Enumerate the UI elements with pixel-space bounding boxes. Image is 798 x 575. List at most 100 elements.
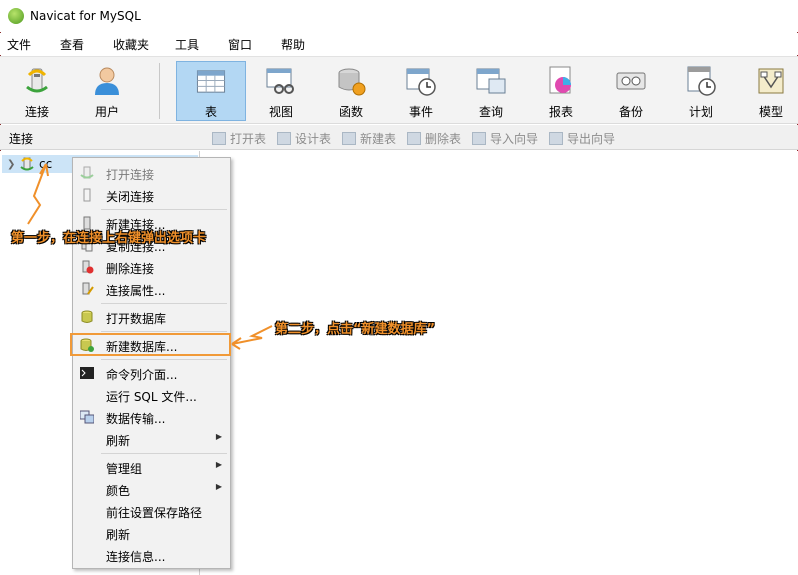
- database-icon: [81, 310, 93, 323]
- new-database-highlight-box: [70, 333, 231, 356]
- menu-connection-info-label: 连接信息...: [106, 550, 166, 564]
- toolbar-view-label: 视图: [268, 105, 293, 119]
- export-wizard-icon: [549, 132, 563, 145]
- menu-close-connection[interactable]: 关闭连接: [73, 184, 230, 206]
- title-bar: Navicat for MySQL: [0, 0, 798, 32]
- delete-table-icon: [407, 132, 421, 145]
- menu-open-connection[interactable]: 打开连接: [73, 162, 230, 184]
- menu-favorites[interactable]: 收藏夹: [106, 36, 168, 53]
- toolbar-separator: [159, 63, 160, 119]
- menu-view[interactable]: 查看: [53, 36, 106, 53]
- delete-table-button[interactable]: 删除表: [407, 130, 461, 147]
- menu-open-database[interactable]: 打开数据库: [73, 306, 230, 328]
- menu-connection-properties[interactable]: 连接属性...: [73, 278, 230, 300]
- design-table-label: 设计表: [295, 132, 332, 146]
- connection-context-menu: 打开连接 关闭连接 新建连接... 复制连接... 删除连接 连接属性... 打…: [72, 157, 231, 569]
- import-wizard-button[interactable]: 导入向导: [472, 130, 538, 147]
- menu-refresh-label: 刷新: [106, 434, 131, 448]
- model-icon: [758, 68, 784, 94]
- step1-annotation: 第一步，在连接上右键弹出选项卡: [11, 231, 207, 246]
- close-connection-icon: [83, 188, 91, 202]
- menu-file[interactable]: 文件: [0, 36, 53, 53]
- menu-color-label: 颜色: [106, 484, 131, 498]
- object-list-pane: [206, 151, 798, 575]
- toolbar-connect-button[interactable]: 连接: [2, 61, 72, 121]
- toolbar-user-button[interactable]: 用户: [72, 61, 142, 121]
- toolbar-function-button[interactable]: 函数: [316, 61, 386, 121]
- delete-table-label: 删除表: [425, 132, 462, 146]
- menu-color[interactable]: 颜色 ▶: [73, 478, 230, 500]
- menu-data-transfer[interactable]: 数据传输...: [73, 406, 230, 428]
- connection-icon: [20, 157, 34, 171]
- export-wizard-button[interactable]: 导出向导: [549, 130, 615, 147]
- menu-help[interactable]: 帮助: [274, 36, 327, 53]
- submenu-arrow-icon: ▶: [215, 432, 222, 441]
- toolbar-model-label: 模型: [758, 105, 783, 119]
- export-wizard-label: 导出向导: [567, 132, 616, 146]
- report-icon: [549, 66, 571, 94]
- toolbar-connect-label: 连接: [24, 105, 49, 119]
- new-table-button[interactable]: 新建表: [342, 130, 396, 147]
- menu-refresh-2[interactable]: 刷新: [73, 522, 230, 544]
- design-table-button[interactable]: 设计表: [277, 130, 331, 147]
- new-table-label: 新建表: [360, 132, 397, 146]
- data-transfer-icon: [80, 410, 94, 424]
- delete-connection-icon: [82, 260, 94, 274]
- menu-separator: [101, 303, 227, 304]
- menu-close-connection-label: 关闭连接: [106, 190, 155, 204]
- properties-icon: [82, 282, 94, 295]
- new-table-icon: [342, 132, 356, 145]
- menu-separator: [101, 359, 227, 360]
- submenu-arrow-icon: ▶: [215, 460, 222, 469]
- menu-separator: [101, 453, 227, 454]
- toolbar-schedule-label: 计划: [688, 105, 713, 119]
- toolbar-model-button[interactable]: 模型: [736, 61, 798, 121]
- menu-command-console-label: 命令列介面...: [106, 368, 178, 382]
- toolbar-query-label: 查询: [478, 105, 503, 119]
- menu-manage-group-label: 管理组: [106, 462, 143, 476]
- toolbar-backup-button[interactable]: 备份: [596, 61, 666, 121]
- menu-tools[interactable]: 工具: [168, 36, 221, 53]
- object-toolbar: 连接 打开表 设计表 新建表 删除表 导入向导 导出向导: [0, 125, 798, 150]
- menu-connection-properties-label: 连接属性...: [106, 284, 166, 298]
- expand-arrow-icon[interactable]: ❯: [7, 159, 19, 170]
- open-table-button[interactable]: 打开表: [212, 130, 266, 147]
- query-icon: [476, 68, 506, 94]
- toolbar-view-button[interactable]: 视图: [246, 61, 316, 121]
- main-toolbar: 连接 用户 表 视图 函数 事件 查询 报表 备份 计划 模型: [0, 56, 798, 124]
- menu-command-console[interactable]: 命令列介面...: [73, 362, 230, 384]
- import-wizard-icon: [472, 132, 486, 145]
- toolbar-schedule-button[interactable]: 计划: [666, 61, 736, 121]
- menu-bar: 文件 查看 收藏夹 工具 窗口 帮助: [0, 33, 798, 55]
- open-table-icon: [212, 132, 226, 145]
- function-icon: [338, 68, 366, 96]
- menu-open-database-label: 打开数据库: [106, 312, 167, 326]
- menu-goto-save-path-label: 前往设置保存路径: [106, 506, 203, 520]
- menu-separator: [101, 331, 227, 332]
- toolbar-report-button[interactable]: 报表: [526, 61, 596, 121]
- menu-refresh[interactable]: 刷新 ▶: [73, 428, 230, 450]
- menu-goto-save-path[interactable]: 前往设置保存路径: [73, 500, 230, 522]
- navicat-logo-icon: [8, 8, 24, 24]
- design-table-icon: [277, 132, 291, 145]
- user-icon: [95, 67, 119, 95]
- menu-separator: [101, 209, 227, 210]
- menu-manage-group[interactable]: 管理组 ▶: [73, 456, 230, 478]
- menu-connection-info[interactable]: 连接信息...: [73, 544, 230, 566]
- menu-run-sql-file[interactable]: 运行 SQL 文件...: [73, 384, 230, 406]
- toolbar-table-label: 表: [204, 105, 217, 119]
- toolbar-query-button[interactable]: 查询: [456, 61, 526, 121]
- toolbar-event-button[interactable]: 事件: [386, 61, 456, 121]
- import-wizard-label: 导入向导: [490, 132, 539, 146]
- tree-connection-label: cc: [39, 157, 53, 171]
- menu-open-connection-label: 打开连接: [106, 168, 155, 182]
- menu-run-sql-file-label: 运行 SQL 文件...: [106, 390, 197, 404]
- menu-delete-connection[interactable]: 删除连接: [73, 256, 230, 278]
- toolbar-table-button[interactable]: 表: [176, 61, 246, 121]
- toolbar-function-label: 函数: [338, 105, 363, 119]
- backup-icon: [616, 72, 646, 90]
- connections-pane-title: 连接: [9, 132, 34, 146]
- menu-window[interactable]: 窗口: [221, 36, 274, 53]
- menu-data-transfer-label: 数据传输...: [106, 412, 166, 426]
- window-title: Navicat for MySQL: [30, 9, 141, 23]
